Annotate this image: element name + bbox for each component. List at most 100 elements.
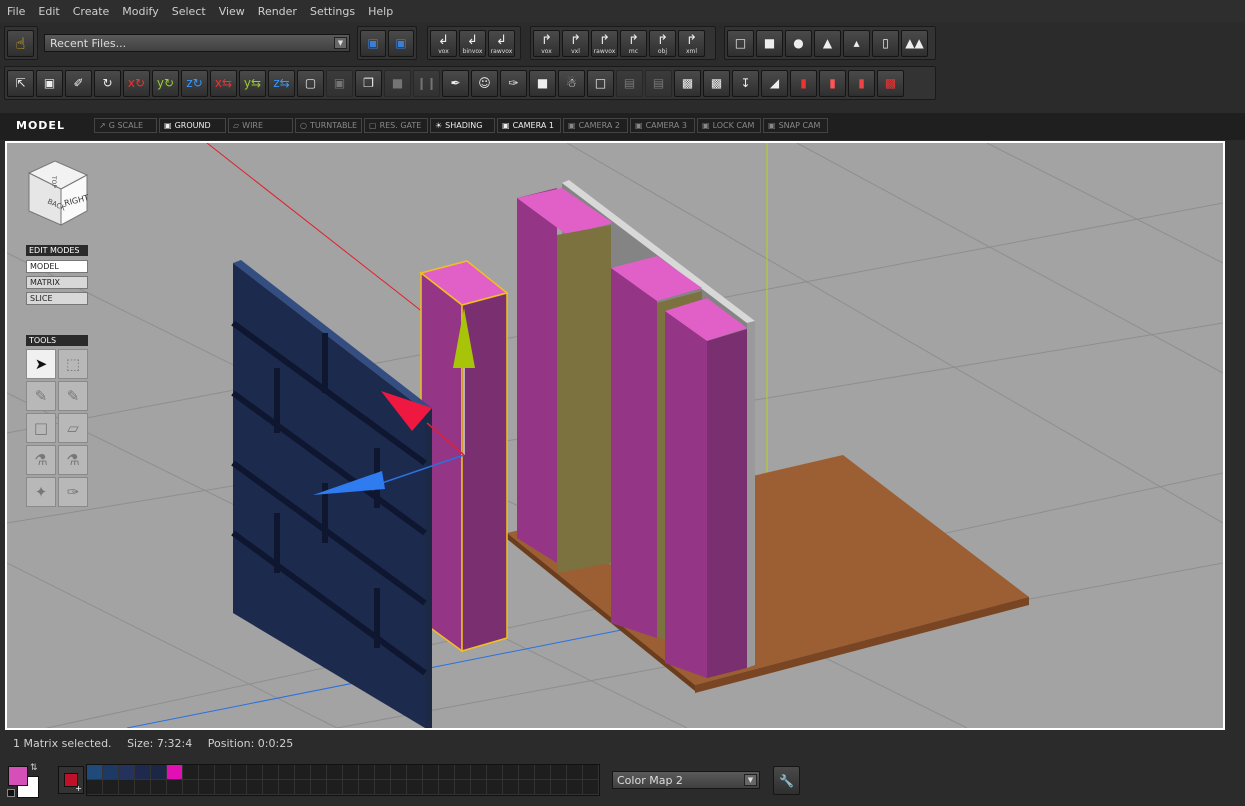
palette-cell[interactable] xyxy=(535,780,551,795)
palette-cell[interactable] xyxy=(311,765,327,780)
view-toggle-wire[interactable]: ▱ WIRE xyxy=(228,118,293,133)
palette-cell[interactable] xyxy=(519,765,535,780)
import-vox-button[interactable]: ↲ vox xyxy=(430,29,457,57)
palette-cell[interactable] xyxy=(551,780,567,795)
mirror-y-button[interactable]: y⇆ xyxy=(239,69,266,97)
create-box-button[interactable]: ■ xyxy=(756,29,783,57)
cube-wire-button[interactable]: □ xyxy=(587,69,614,97)
menu-create[interactable]: Create xyxy=(73,5,110,18)
color-red-blue-button[interactable]: ▮ xyxy=(790,69,817,97)
palette-cell[interactable] xyxy=(471,765,487,780)
view-toggle-g-scale[interactable]: ↗ G SCALE xyxy=(94,118,157,133)
palette-cell[interactable] xyxy=(423,765,439,780)
pumpkin-button[interactable]: ☺ xyxy=(471,69,498,97)
palette-cell[interactable] xyxy=(391,765,407,780)
palette-cell[interactable] xyxy=(439,780,455,795)
rotate-z-button[interactable]: z↻ xyxy=(181,69,208,97)
menu-help[interactable]: Help xyxy=(368,5,393,18)
create-cylinder-button[interactable]: ▯ xyxy=(872,29,899,57)
create-cone-button[interactable]: ▴ xyxy=(843,29,870,57)
paint-tool[interactable]: ⚗ xyxy=(26,445,56,475)
palette-cell[interactable] xyxy=(135,780,151,795)
color-palette[interactable] xyxy=(86,764,600,796)
palette-cell[interactable] xyxy=(103,780,119,795)
palette-cell[interactable] xyxy=(199,780,215,795)
palette-cell[interactable] xyxy=(455,765,471,780)
palette-cell[interactable] xyxy=(551,765,567,780)
export-xml-button[interactable]: ↱ xml xyxy=(678,29,705,57)
fit-button[interactable]: ⇱ xyxy=(7,69,34,97)
reset-colors-icon[interactable] xyxy=(7,789,15,797)
palette-cell[interactable] xyxy=(199,765,215,780)
palette-cell[interactable] xyxy=(519,780,535,795)
active-palette-swatch[interactable]: + xyxy=(58,766,84,794)
eyedropper-tool[interactable]: ✑ xyxy=(58,477,88,507)
palette-cell[interactable] xyxy=(487,780,503,795)
noise-button[interactable]: ▩ xyxy=(703,69,730,97)
view-toggle-res-gate[interactable]: ▢ RES. GATE xyxy=(364,118,428,133)
palette-cell[interactable] xyxy=(503,780,519,795)
select-move-tool[interactable]: ➤ xyxy=(26,349,56,379)
palette-cell[interactable] xyxy=(567,765,583,780)
palette-cell[interactable] xyxy=(119,780,135,795)
palette-cell[interactable] xyxy=(327,765,343,780)
export-mc-button[interactable]: ↱ mc xyxy=(620,29,647,57)
palette-cell[interactable] xyxy=(167,780,183,795)
view-toggle-camera-2[interactable]: ▣ CAMERA 2 xyxy=(563,118,628,133)
palette-cell[interactable] xyxy=(471,780,487,795)
palette-cell[interactable] xyxy=(343,765,359,780)
palette-cell[interactable] xyxy=(231,765,247,780)
merge-button[interactable]: ▣ xyxy=(326,69,353,97)
rotate-y-button[interactable]: y↻ xyxy=(152,69,179,97)
menu-edit[interactable]: Edit xyxy=(38,5,59,18)
palette-cell[interactable] xyxy=(167,765,183,780)
color-red-gray-button[interactable]: ▮ xyxy=(848,69,875,97)
palette-cell[interactable] xyxy=(503,765,519,780)
palette-cell[interactable] xyxy=(215,765,231,780)
fill-tool[interactable]: ⚗ xyxy=(58,445,88,475)
palette-cell[interactable] xyxy=(407,765,423,780)
refresh-button[interactable]: ↻ xyxy=(94,69,121,97)
color-map-dropdown[interactable]: Color Map 2 ▼ xyxy=(612,771,760,789)
3d-viewport[interactable]: BACK RIGHT TOP EDIT MODES MODEL MATRIX SLI… xyxy=(5,141,1225,730)
pick-color-button[interactable]: ✑ xyxy=(500,69,527,97)
palette-cell[interactable] xyxy=(279,780,295,795)
create-pyramid-button[interactable]: ▲ xyxy=(814,29,841,57)
magic-wand-tool[interactable]: ✦ xyxy=(26,477,56,507)
eraser-tool[interactable]: ▱ xyxy=(58,413,88,443)
palette-cell[interactable] xyxy=(183,765,199,780)
palette-cell[interactable] xyxy=(487,765,503,780)
color-random-button[interactable]: ▩ xyxy=(877,69,904,97)
edit-mode-matrix[interactable]: MATRIX xyxy=(26,276,88,289)
scatter-button[interactable]: ▩ xyxy=(674,69,701,97)
save-button[interactable]: ▣ xyxy=(360,29,386,57)
edit-mode-slice[interactable]: SLICE xyxy=(26,292,88,305)
palette-cell[interactable] xyxy=(439,765,455,780)
menu-view[interactable]: View xyxy=(219,5,245,18)
palette-cell[interactable] xyxy=(247,780,263,795)
palette-cell[interactable] xyxy=(183,780,199,795)
export-vxl-button[interactable]: ↱ vxl xyxy=(562,29,589,57)
palette-cell[interactable] xyxy=(135,765,151,780)
export-rawvox-button[interactable]: ↱ rawvox xyxy=(591,29,618,57)
mirror-z-button[interactable]: z⇆ xyxy=(268,69,295,97)
palette-cell[interactable] xyxy=(583,780,599,795)
marquee-tool[interactable]: ⬚ xyxy=(58,349,88,379)
color-red-button[interactable]: ▮ xyxy=(819,69,846,97)
open-folder-button[interactable]: ☝ xyxy=(7,29,34,57)
view-toggle-camera-3[interactable]: ▣ CAMERA 3 xyxy=(630,118,695,133)
create-box-wire-button[interactable]: □ xyxy=(727,29,754,57)
save-as-button[interactable]: ▣ xyxy=(388,29,414,57)
menu-modify[interactable]: Modify xyxy=(122,5,158,18)
palette-cell[interactable] xyxy=(359,765,375,780)
rotate-x-button[interactable]: x↻ xyxy=(123,69,150,97)
palette-cell[interactable] xyxy=(263,765,279,780)
palette-cell[interactable] xyxy=(583,765,599,780)
hollow-button[interactable]: ▢ xyxy=(297,69,324,97)
palette-cell[interactable] xyxy=(231,780,247,795)
export-obj-button[interactable]: ↱ obj xyxy=(649,29,676,57)
palette-cell[interactable] xyxy=(391,780,407,795)
palette-cell[interactable] xyxy=(455,780,471,795)
paint-bucket-button[interactable]: ✐ xyxy=(65,69,92,97)
view-toggle-turntable[interactable]: ○ TURNTABLE xyxy=(295,118,362,133)
